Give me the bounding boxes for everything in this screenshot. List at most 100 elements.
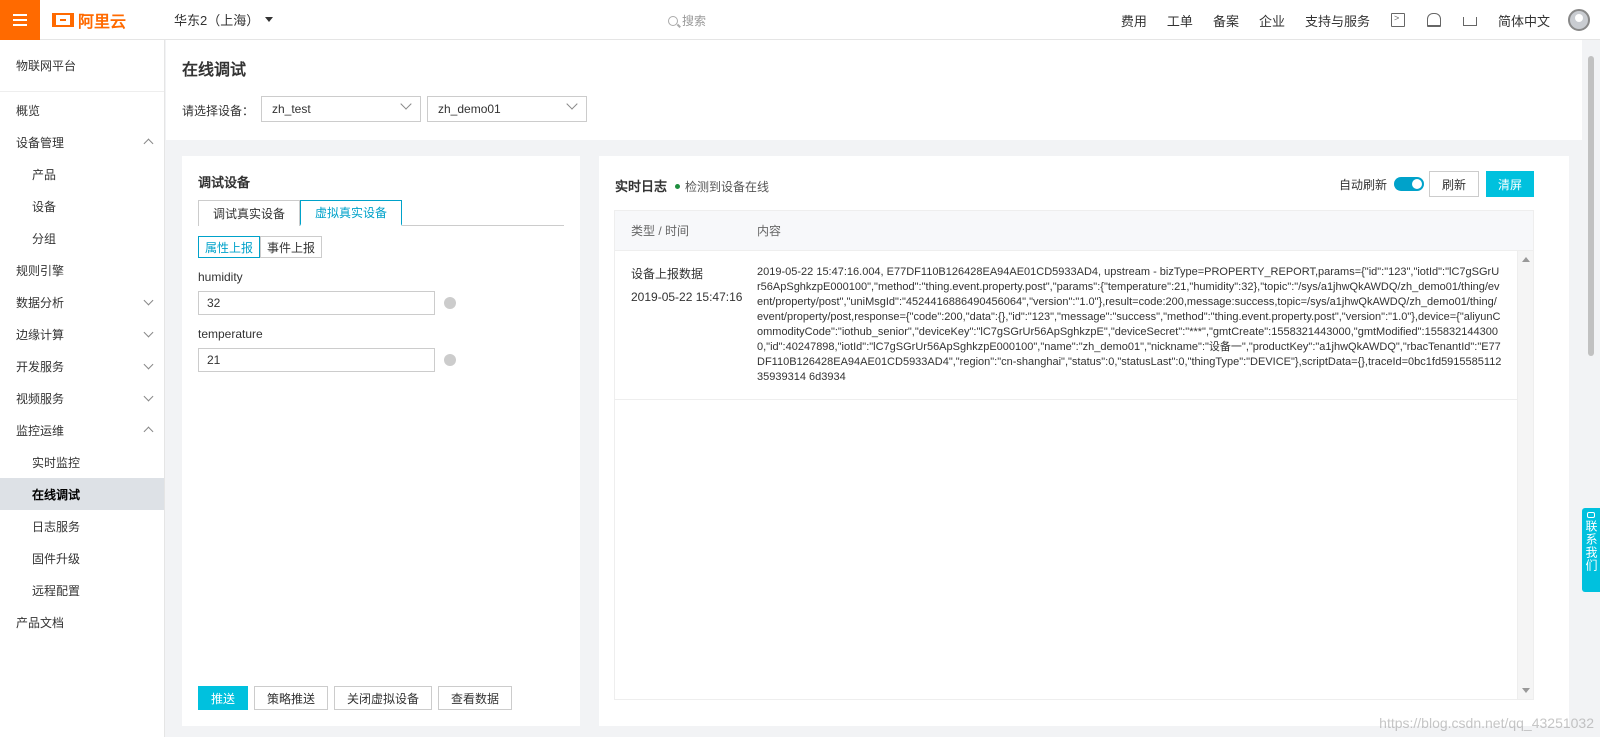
- caret-down-icon: [265, 17, 274, 22]
- log-type: 设备上报数据: [631, 267, 704, 281]
- log-row-meta: 设备上报数据 2019-05-22 15:47:16: [615, 265, 757, 385]
- scroll-down-icon[interactable]: [1522, 688, 1530, 693]
- top-nav: 费用 工单 备案 企业 支持与服务 简体中文: [1111, 0, 1590, 40]
- bell-icon[interactable]: [1426, 13, 1441, 27]
- clear-screen-button[interactable]: 清屏: [1486, 171, 1535, 197]
- humidity-label: humidity: [198, 270, 243, 284]
- chevron-down-icon: [143, 391, 154, 401]
- sidebar-item[interactable]: 产品文档: [0, 606, 164, 638]
- sidebar-item[interactable]: 监控运维: [0, 414, 164, 446]
- terminal-icon[interactable]: [1390, 13, 1405, 27]
- product-select[interactable]: zh_test: [261, 96, 421, 122]
- sidebar-item[interactable]: 设备管理: [0, 126, 164, 158]
- column-type-time: 类型 / 时间: [631, 224, 690, 238]
- region-label: 华东2（上海）: [174, 13, 260, 28]
- sidebar-item[interactable]: 日志服务: [0, 510, 164, 542]
- menu-icon[interactable]: [0, 0, 40, 40]
- temperature-info-icon[interactable]: [444, 354, 456, 366]
- auto-refresh-toggle[interactable]: [1394, 177, 1424, 191]
- sidebar-item[interactable]: 数据分析: [0, 286, 164, 318]
- search-icon: [668, 15, 678, 26]
- device-select-value: zh_demo01: [438, 102, 501, 116]
- debug-tabs: 调试真实设备 虚拟真实设备: [198, 200, 564, 226]
- nav-enterprise[interactable]: 企业: [1259, 11, 1285, 30]
- sidebar-item-label: 在线调试: [32, 487, 81, 502]
- sidebar-item[interactable]: 固件升级: [0, 542, 164, 574]
- humidity-input[interactable]: 32: [198, 291, 435, 315]
- strategy-push-button[interactable]: 策略推送: [254, 686, 329, 710]
- column-content: 内容: [757, 224, 782, 238]
- sidebar-item-label: 产品: [32, 167, 57, 182]
- log-content: 2019-05-22 15:47:16.004, E77DF110B126428…: [757, 266, 1502, 383]
- sidebar-item-label: 设备管理: [16, 135, 65, 150]
- nav-tickets[interactable]: 工单: [1167, 11, 1193, 30]
- product-select-value: zh_test: [272, 102, 311, 116]
- top-bar: 阿里云 华东2（上海） 搜索 费用 工单 备案 企业 支持与服务 简体中文: [0, 0, 1600, 40]
- push-button[interactable]: 推送: [198, 686, 249, 710]
- tab-real-device[interactable]: 调试真实设备: [198, 200, 301, 226]
- subtab-property-report[interactable]: 属性上报: [198, 236, 261, 258]
- view-data-button[interactable]: 查看数据: [438, 686, 513, 710]
- aliyun-logo[interactable]: 阿里云: [52, 8, 126, 32]
- logo-text: 阿里云: [78, 13, 127, 31]
- chat-icon: [1587, 512, 1595, 518]
- debug-panel-title: 调试设备: [198, 175, 251, 190]
- nav-billing[interactable]: 费用: [1121, 11, 1147, 30]
- device-select-label: 请选择设备：: [182, 104, 255, 118]
- report-type-tabs: 属性上报 事件上报: [198, 236, 323, 258]
- sidebar: 物联网平台 概览设备管理产品设备分组规则引擎数据分析边缘计算开发服务视频服务监控…: [0, 40, 165, 737]
- watermark: https://blog.csdn.net/qq_43251032: [1379, 715, 1594, 731]
- log-title: 实时日志: [615, 179, 668, 194]
- sidebar-item-label: 数据分析: [16, 295, 65, 310]
- sidebar-item[interactable]: 分组: [0, 222, 164, 254]
- chevron-down-icon: [143, 359, 154, 369]
- sidebar-item[interactable]: 边缘计算: [0, 318, 164, 350]
- device-status-text: 检测到设备在线: [685, 180, 770, 194]
- nav-support[interactable]: 支持与服务: [1305, 11, 1370, 30]
- sidebar-item[interactable]: 远程配置: [0, 574, 164, 606]
- contact-us-label: 联系我们: [1584, 520, 1598, 572]
- region-selector[interactable]: 华东2（上海）: [174, 10, 274, 29]
- close-virtual-device-button[interactable]: 关闭虚拟设备: [334, 686, 433, 710]
- debug-device-panel: 调试设备 调试真实设备 虚拟真实设备 属性上报 事件上报 humidity 32…: [182, 156, 580, 726]
- humidity-info-icon[interactable]: [444, 297, 456, 309]
- chevron-down-icon: [143, 295, 154, 305]
- chevron-up-icon: [143, 426, 154, 437]
- nav-icp[interactable]: 备案: [1213, 11, 1239, 30]
- language-switch[interactable]: 简体中文: [1498, 11, 1550, 30]
- sidebar-item-label: 日志服务: [32, 519, 81, 534]
- sidebar-item-label: 规则引擎: [16, 263, 65, 278]
- refresh-button[interactable]: 刷新: [1429, 171, 1480, 197]
- sidebar-item[interactable]: 实时监控: [0, 446, 164, 478]
- sidebar-item[interactable]: 视频服务: [0, 382, 164, 414]
- search-box[interactable]: 搜索: [668, 12, 706, 29]
- sidebar-title: 物联网平台: [0, 40, 164, 92]
- sidebar-item-label: 视频服务: [16, 391, 65, 406]
- sidebar-item-label: 分组: [32, 231, 57, 246]
- sidebar-item-label: 边缘计算: [16, 327, 65, 342]
- sidebar-item[interactable]: 产品: [0, 158, 164, 190]
- sidebar-item-label: 概览: [16, 103, 41, 118]
- sidebar-item[interactable]: 在线调试: [0, 478, 164, 510]
- sidebar-item[interactable]: 概览: [0, 94, 164, 126]
- device-select[interactable]: zh_demo01: [427, 96, 587, 122]
- sidebar-menu: 概览设备管理产品设备分组规则引擎数据分析边缘计算开发服务视频服务监控运维实时监控…: [0, 92, 164, 638]
- scroll-up-icon[interactable]: [1522, 257, 1530, 262]
- auto-refresh-label: 自动刷新: [1339, 178, 1388, 192]
- cart-icon[interactable]: [1462, 16, 1477, 26]
- sidebar-item-label: 监控运维: [16, 423, 65, 438]
- temperature-input[interactable]: 21: [198, 348, 435, 372]
- contact-us-tab[interactable]: 联系我们: [1582, 508, 1600, 592]
- sidebar-item[interactable]: 规则引擎: [0, 254, 164, 286]
- avatar[interactable]: [1568, 9, 1590, 31]
- page-scrollbar[interactable]: [1588, 56, 1594, 356]
- sidebar-item[interactable]: 开发服务: [0, 350, 164, 382]
- chevron-down-icon: [566, 98, 578, 110]
- online-status-icon: [675, 184, 680, 189]
- subtab-event-report[interactable]: 事件上报: [260, 236, 323, 258]
- sidebar-item[interactable]: 设备: [0, 190, 164, 222]
- log-scrollbar[interactable]: [1517, 251, 1533, 699]
- sidebar-item-label: 固件升级: [32, 551, 81, 566]
- tab-virtual-device[interactable]: 虚拟真实设备: [300, 200, 403, 226]
- log-table: 类型 / 时间 内容 设备上报数据 2019-05-22 15:47:16 20…: [614, 210, 1534, 700]
